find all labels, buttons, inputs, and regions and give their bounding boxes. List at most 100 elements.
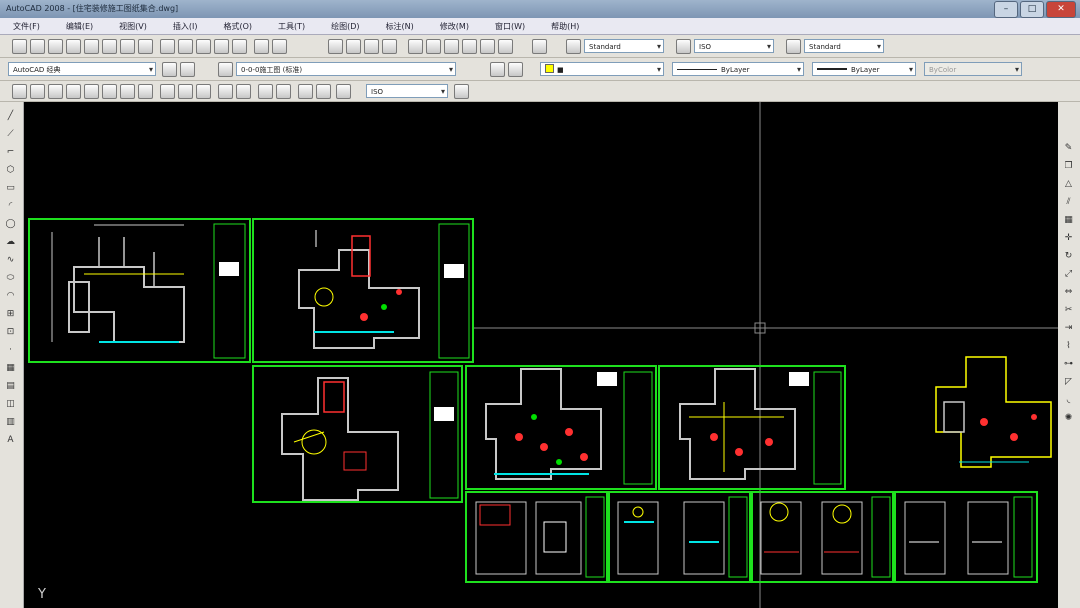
chamfer-icon[interactable]: ◸ — [1062, 376, 1075, 388]
open-file-icon[interactable] — [30, 39, 45, 54]
redo-icon[interactable] — [272, 39, 287, 54]
spline-icon[interactable]: ∿ — [4, 254, 17, 266]
print-icon[interactable] — [66, 39, 81, 54]
layer-states-icon[interactable] — [218, 62, 233, 77]
ellipse-arc-icon[interactable]: ◠ — [4, 290, 17, 302]
zoom-previous-icon[interactable] — [382, 39, 397, 54]
drawing-sheet-5[interactable] — [658, 365, 846, 490]
copy-icon[interactable] — [178, 39, 193, 54]
workspace-settings-icon[interactable] — [162, 62, 177, 77]
zoom-realtime-icon[interactable] — [346, 39, 361, 54]
join-icon[interactable]: ⊶ — [1062, 358, 1075, 370]
save-icon[interactable] — [48, 39, 63, 54]
tool-palettes-icon[interactable] — [444, 39, 459, 54]
array-icon[interactable]: ▦ — [1062, 214, 1075, 226]
make-block-icon[interactable]: ⊡ — [4, 326, 17, 338]
menu-window[interactable]: 窗口(W) — [482, 21, 538, 32]
dim-style-select[interactable]: ISO — [694, 39, 774, 53]
insert-block-icon[interactable]: ⊞ — [4, 308, 17, 320]
mirror-icon[interactable]: △ — [1062, 178, 1075, 190]
dim-style-combo[interactable]: ISO — [366, 84, 448, 98]
explode-icon[interactable]: ✺ — [1062, 412, 1075, 424]
rotate-icon[interactable]: ↻ — [1062, 250, 1075, 262]
new-file-icon[interactable] — [12, 39, 27, 54]
dim-style-manager-icon[interactable] — [454, 84, 469, 99]
drawing-sheet-2[interactable] — [252, 218, 474, 363]
menu-modify[interactable]: 修改(M) — [427, 21, 482, 32]
linetype-select[interactable]: ByLayer — [672, 62, 804, 76]
menu-help[interactable]: 帮助(H) — [538, 21, 592, 32]
quickcalc-icon[interactable] — [498, 39, 513, 54]
menu-dimension[interactable]: 标注(N) — [373, 21, 427, 32]
undo-icon[interactable] — [254, 39, 269, 54]
properties-icon[interactable] — [408, 39, 423, 54]
text-style-select[interactable]: Standard — [584, 39, 664, 53]
cut-icon[interactable] — [160, 39, 175, 54]
text-style-icon[interactable] — [566, 39, 581, 54]
linear-dim-icon[interactable] — [12, 84, 27, 99]
fillet-icon[interactable]: ◟ — [1062, 394, 1075, 406]
copy-object-icon[interactable]: ❐ — [1062, 160, 1075, 172]
help-icon[interactable] — [532, 39, 547, 54]
markup-icon[interactable] — [480, 39, 495, 54]
inspection-icon[interactable] — [298, 84, 313, 99]
paste-icon[interactable] — [196, 39, 211, 54]
menu-format[interactable]: 格式(O) — [210, 21, 265, 32]
table-icon[interactable]: ▥ — [4, 416, 17, 428]
diameter-dim-icon[interactable] — [120, 84, 135, 99]
circle-icon[interactable]: ◯ — [4, 218, 17, 230]
match-properties-icon[interactable] — [214, 39, 229, 54]
drawing-canvas[interactable]: Y — [24, 102, 1058, 608]
lineweight-select[interactable]: ByLayer — [812, 62, 916, 76]
workspace-select[interactable]: AutoCAD 经典 — [8, 62, 156, 76]
tolerance-icon[interactable] — [258, 84, 273, 99]
menu-edit[interactable]: 编辑(E) — [53, 21, 106, 32]
table-style-select[interactable]: Standard — [804, 39, 884, 53]
pan-icon[interactable] — [328, 39, 343, 54]
mtext-icon[interactable]: A — [4, 434, 17, 446]
polygon-icon[interactable]: ⬡ — [4, 164, 17, 176]
block-editor-icon[interactable] — [232, 39, 247, 54]
baseline-dim-icon[interactable] — [178, 84, 193, 99]
jogged-dim-icon[interactable] — [102, 84, 117, 99]
elevation-sheet-4[interactable] — [894, 491, 1038, 583]
layer-select[interactable]: 0-0-0施工图 (标准) — [236, 62, 456, 76]
floor-plan-preview[interactable] — [935, 356, 1052, 468]
angular-dim-icon[interactable] — [138, 84, 153, 99]
stretch-icon[interactable]: ⇔ — [1062, 286, 1075, 298]
elevation-sheet-1[interactable] — [465, 491, 608, 583]
line-tool-icon[interactable]: ╱ — [4, 110, 17, 122]
arc-icon[interactable]: ◜ — [4, 200, 17, 212]
erase-icon[interactable]: ✎ — [1062, 142, 1075, 154]
aligned-dim-icon[interactable] — [30, 84, 45, 99]
3d-dwf-icon[interactable] — [138, 39, 153, 54]
menu-tools[interactable]: 工具(T) — [265, 21, 318, 32]
scale-icon[interactable]: ⤢ — [1062, 268, 1075, 280]
publish-icon[interactable] — [102, 39, 117, 54]
revision-cloud-icon[interactable]: ☁ — [4, 236, 17, 248]
break-icon[interactable]: ⌇ — [1062, 340, 1075, 352]
drawing-sheet-3[interactable] — [252, 365, 463, 503]
center-mark-icon[interactable] — [276, 84, 291, 99]
make-current-layer-icon[interactable] — [490, 62, 505, 77]
minimize-button[interactable]: – — [994, 1, 1018, 18]
menu-view[interactable]: 视图(V) — [106, 21, 160, 32]
menu-insert[interactable]: 插入(I) — [160, 21, 211, 32]
table-style-icon[interactable] — [786, 39, 801, 54]
elevation-sheet-3[interactable] — [751, 491, 894, 583]
print-preview-icon[interactable] — [84, 39, 99, 54]
menu-file[interactable]: 文件(F) — [0, 21, 53, 32]
color-select[interactable]: ■ — [540, 62, 664, 76]
offset-icon[interactable]: ⫽ — [1062, 196, 1075, 208]
elevation-sheet-2[interactable] — [608, 491, 751, 583]
arc-length-icon[interactable] — [48, 84, 63, 99]
close-button[interactable]: ✕ — [1046, 1, 1076, 18]
extend-icon[interactable]: ⇥ — [1062, 322, 1075, 334]
maximize-button[interactable]: □ — [1020, 1, 1044, 18]
zoom-window-icon[interactable] — [364, 39, 379, 54]
construction-line-icon[interactable]: ⟋ — [4, 128, 17, 140]
continue-dim-icon[interactable] — [196, 84, 211, 99]
drawing-sheet-1[interactable] — [28, 218, 251, 363]
trim-icon[interactable]: ✂ — [1062, 304, 1075, 316]
dim-style-icon[interactable] — [676, 39, 691, 54]
